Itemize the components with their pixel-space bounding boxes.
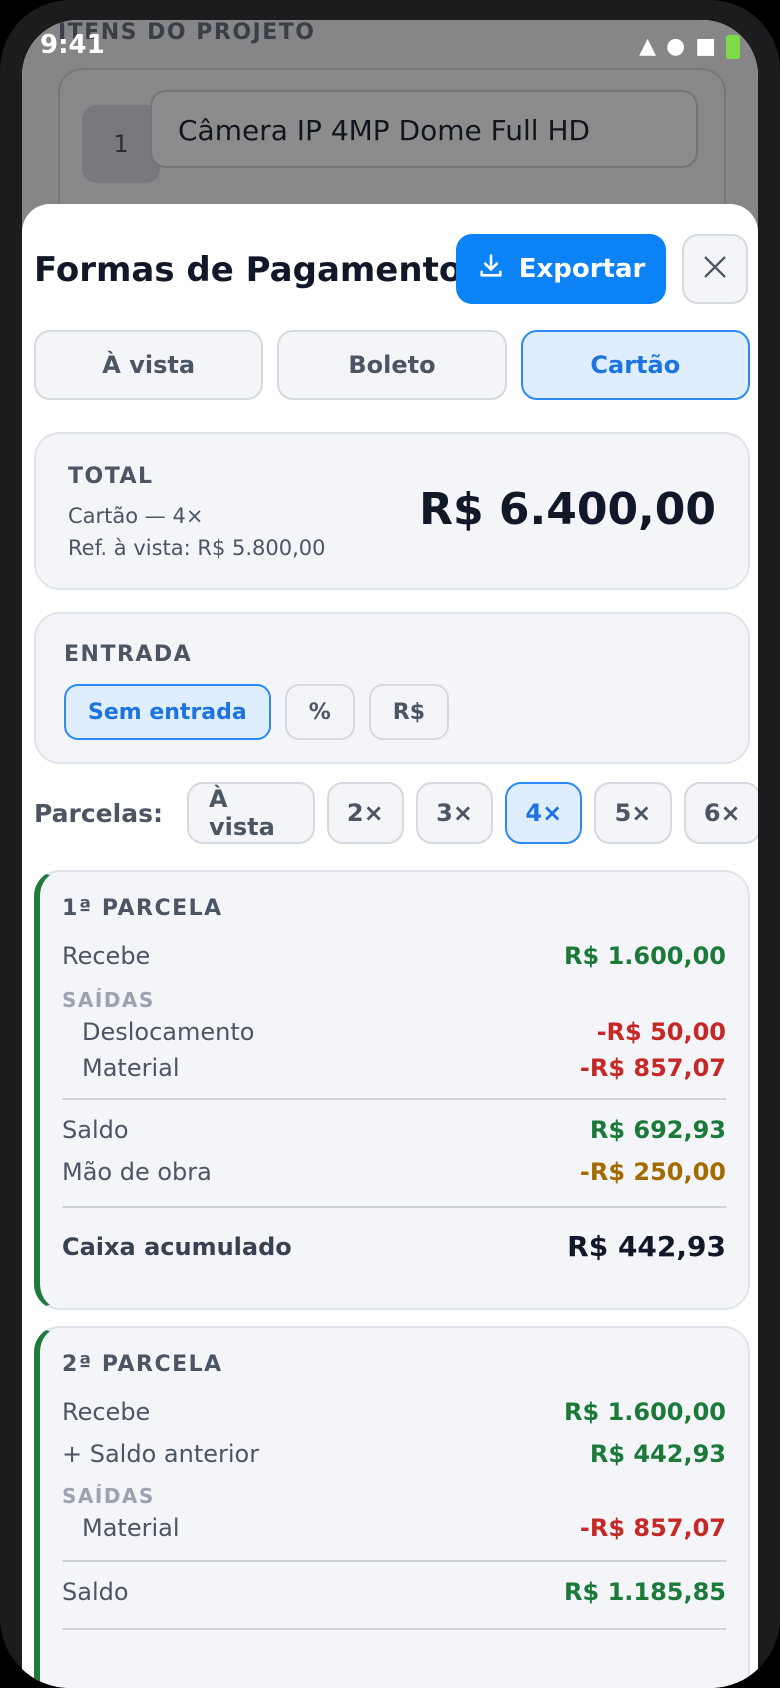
saldo-label: Saldo — [62, 1116, 129, 1144]
installment-title: 1ª PARCELA — [62, 896, 223, 921]
saida-label: Material — [82, 1514, 180, 1542]
saidas-label: SAÍDAS — [62, 988, 155, 1012]
status-time: 9:41 — [40, 30, 105, 60]
tab-a-vista[interactable]: À vista — [34, 330, 264, 400]
saldo-anterior-row: + Saldo anterior R$ 442,93 — [62, 1440, 726, 1468]
total-method: Cartão — 4× — [68, 504, 204, 528]
total-value: R$ 6.400,00 — [419, 484, 716, 535]
sheet-title: Formas de Pagamento — [34, 250, 463, 290]
total-reference: Ref. à vista: R$ 5.800,00 — [68, 536, 326, 560]
entrada-label: ENTRADA — [64, 642, 193, 667]
close-button[interactable] — [682, 234, 748, 304]
parcela-option-6[interactable]: 6× — [683, 782, 758, 844]
mao-de-obra-label: Mão de obra — [62, 1158, 212, 1186]
saldo-value: R$ 1.185,85 — [564, 1578, 726, 1606]
saida-value: -R$ 50,00 — [596, 1018, 726, 1046]
saldo-anterior-label: + Saldo anterior — [62, 1440, 260, 1468]
installment-title: 2ª PARCELA — [62, 1352, 223, 1377]
saidas-label: SAÍDAS — [62, 1484, 155, 1508]
mao-de-obra-row: Mão de obra -R$ 250,00 — [62, 1158, 726, 1186]
parcela-option-3[interactable]: 3× — [415, 782, 494, 844]
tab-boleto[interactable]: Boleto — [277, 330, 507, 400]
saidas-header: SAÍDAS — [62, 1484, 726, 1508]
divider — [62, 1560, 726, 1562]
battery-icon — [726, 34, 740, 59]
saldo-label: Saldo — [62, 1578, 129, 1606]
saldo-anterior-value: R$ 442,93 — [589, 1440, 726, 1468]
recebe-row: Recebe R$ 1.600,00 — [62, 1398, 726, 1426]
saida-row: Deslocamento -R$ 50,00 — [62, 1018, 726, 1046]
saida-value: -R$ 857,07 — [579, 1514, 726, 1542]
payment-tabs: À vista Boleto Cartão — [34, 330, 750, 400]
stop-icon: ■ — [695, 34, 716, 59]
status-bar: 9:41 ▲ ● ■ — [22, 20, 758, 80]
divider — [62, 1206, 726, 1208]
parcela-option-2[interactable]: 2× — [326, 782, 404, 844]
saida-label: Deslocamento — [82, 1018, 255, 1046]
status-icons: ▲ ● ■ — [639, 34, 740, 59]
payment-sheet: Formas de Pagamento Exportar À vista Bol… — [22, 204, 758, 1688]
saida-row: Material -R$ 857,07 — [62, 1514, 726, 1542]
saldo-row: Saldo R$ 692,93 — [62, 1116, 726, 1144]
divider — [62, 1628, 726, 1630]
entrada-percent-button[interactable]: % — [284, 684, 355, 740]
caixa-label: Caixa acumulado — [62, 1232, 292, 1261]
saida-label: Material — [82, 1054, 180, 1082]
recebe-row: Recebe R$ 1.600,00 — [62, 942, 726, 970]
export-button[interactable]: Exportar — [456, 234, 666, 304]
divider — [62, 1098, 726, 1100]
installment-card-2: 2ª PARCELA Recebe R$ 1.600,00 + Saldo an… — [34, 1326, 750, 1688]
signal-icon: ▲ — [639, 34, 656, 59]
parcelas-label: Parcelas: — [34, 798, 163, 828]
saida-row: Material -R$ 857,07 — [62, 1054, 726, 1082]
recebe-label: Recebe — [62, 942, 151, 970]
saldo-row: Saldo R$ 1.185,85 — [62, 1578, 726, 1606]
saidas-header: SAÍDAS — [62, 988, 726, 1012]
recebe-value: R$ 1.600,00 — [564, 1398, 726, 1426]
parcela-option-avista[interactable]: À vista — [186, 782, 315, 844]
entrada-value-button[interactable]: R$ — [368, 684, 450, 740]
parcelas-selector: Parcelas: À vista 2× 3× 4× 5× 6× — [34, 782, 758, 844]
phone-frame: ITENS DO PROJETO 1 Câmera IP 4MP Dome Fu… — [0, 0, 780, 1688]
mao-de-obra-value: -R$ 250,00 — [579, 1158, 726, 1186]
recebe-value: R$ 1.600,00 — [564, 942, 726, 970]
recebe-label: Recebe — [62, 1398, 151, 1426]
screen: ITENS DO PROJETO 1 Câmera IP 4MP Dome Fu… — [22, 20, 758, 1688]
download-icon — [477, 252, 505, 287]
tab-cartao[interactable]: Cartão — [520, 330, 750, 400]
total-card: TOTAL Cartão — 4× Ref. à vista: R$ 5.800… — [34, 432, 750, 590]
wifi-icon: ● — [666, 34, 686, 59]
close-icon — [701, 253, 729, 285]
total-label: TOTAL — [68, 464, 154, 489]
installment-card-1: 1ª PARCELA Recebe R$ 1.600,00 SAÍDAS Des… — [34, 870, 750, 1310]
entrada-card: ENTRADA Sem entrada % R$ — [34, 612, 750, 764]
parcela-option-4[interactable]: 4× — [505, 782, 583, 844]
entrada-none-button[interactable]: Sem entrada — [64, 684, 271, 740]
entrada-options: Sem entrada % R$ — [64, 684, 450, 740]
export-label: Exportar — [518, 254, 646, 284]
caixa-row: Caixa acumulado R$ 442,93 — [62, 1230, 726, 1263]
parcela-option-5[interactable]: 5× — [594, 782, 672, 844]
saida-value: -R$ 857,07 — [579, 1054, 726, 1082]
caixa-value: R$ 442,93 — [567, 1230, 726, 1263]
saldo-value: R$ 692,93 — [589, 1116, 726, 1144]
